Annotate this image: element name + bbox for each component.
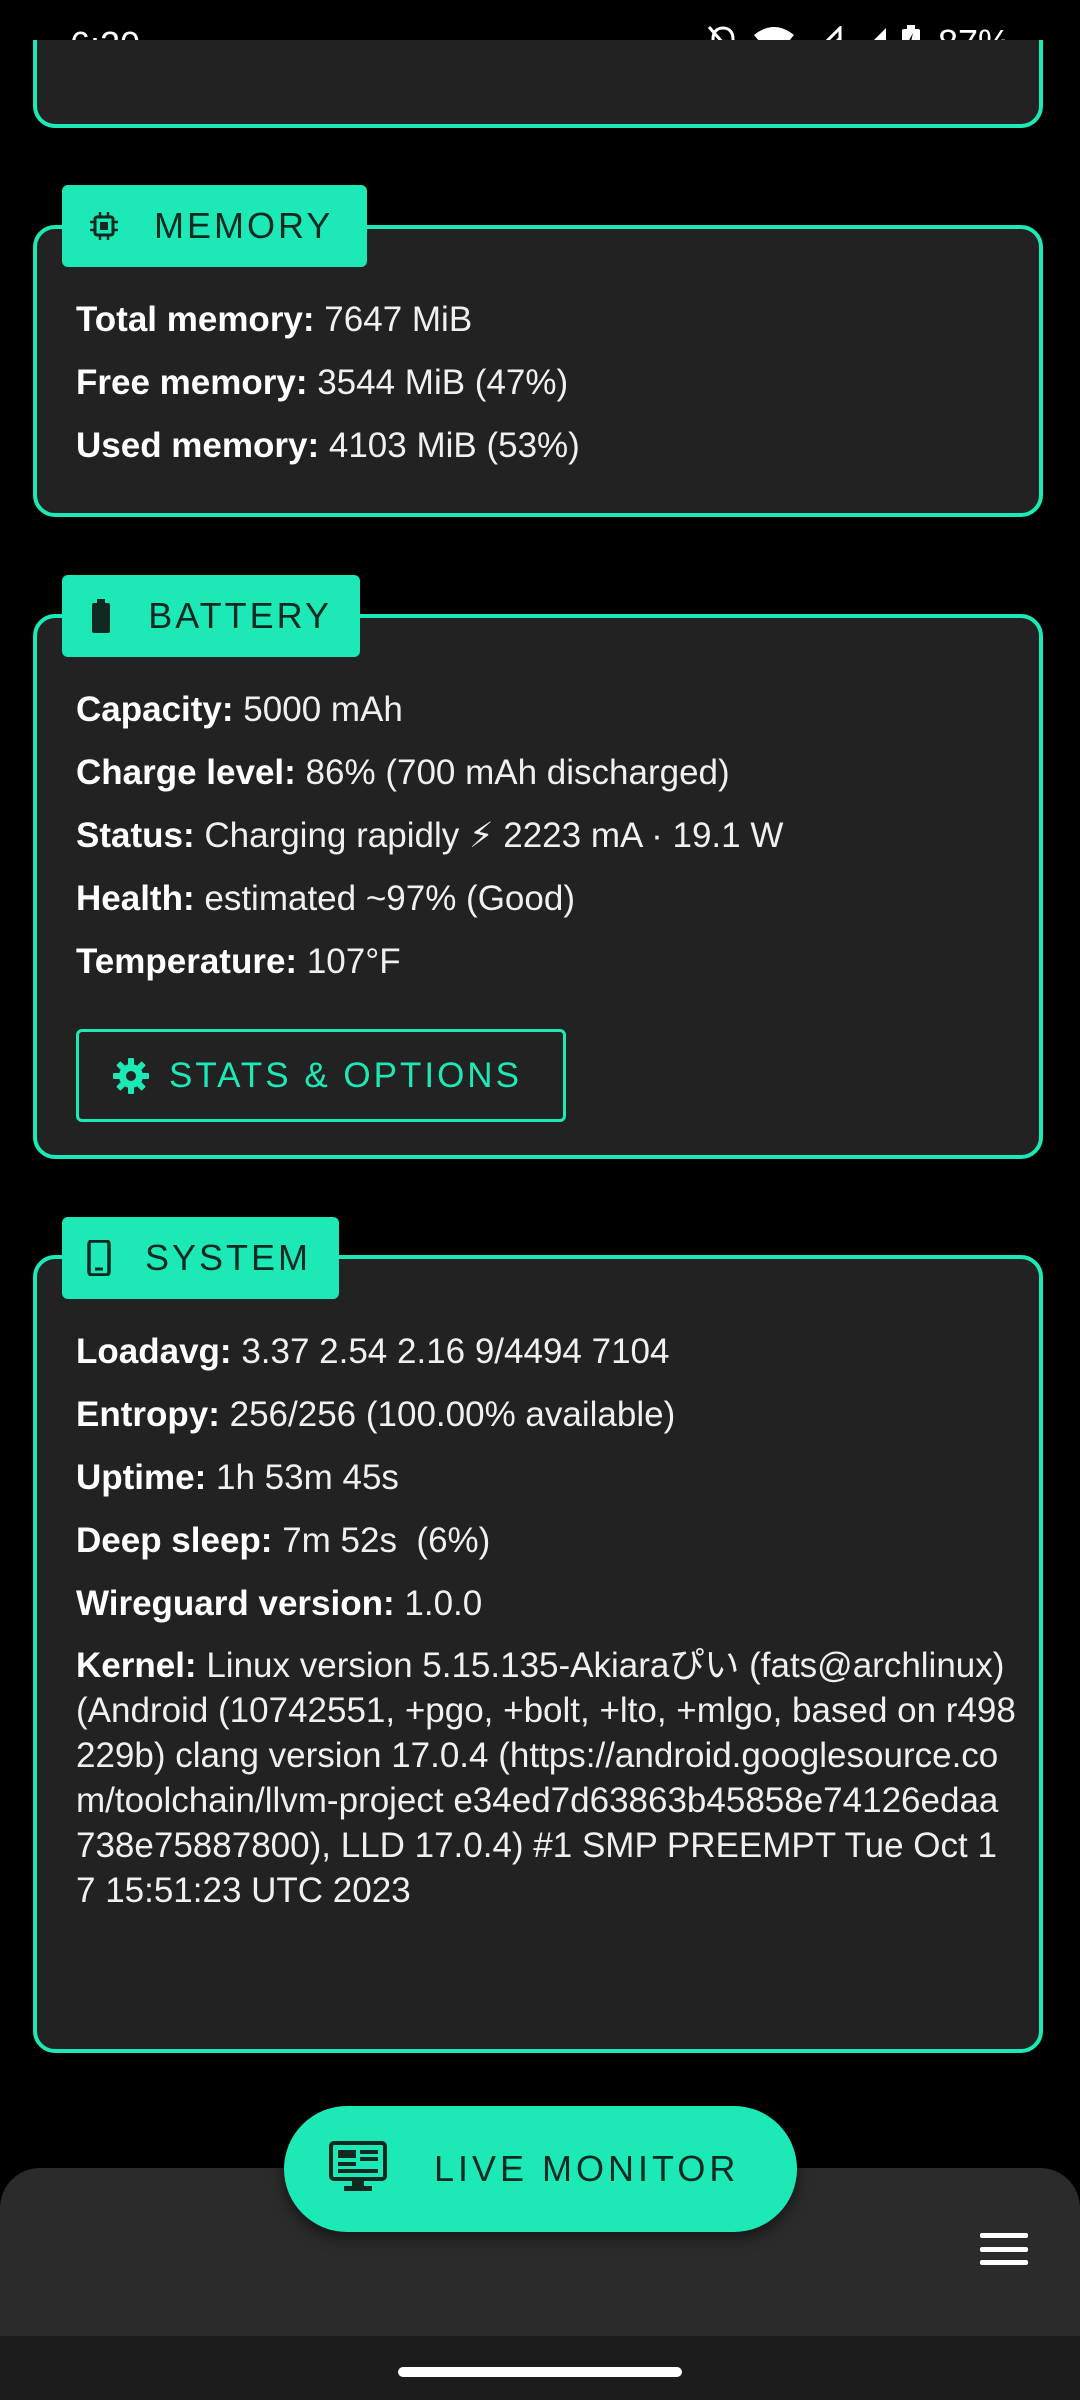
phone-icon (86, 1240, 113, 1276)
row-label: Temperature: (76, 942, 298, 981)
previous-card (33, 40, 1043, 128)
row-label: Wireguard version: (76, 1584, 395, 1623)
row-value: 7m 52s (6%) (282, 1521, 491, 1560)
row-value: 4103 MiB (53%) (328, 426, 580, 465)
system-row-entropy: Entropy: 256/256 (100.00% available) (76, 1383, 1016, 1446)
system-title: SYSTEM (144, 1237, 311, 1278)
row-value: 1.0.0 (404, 1584, 483, 1623)
row-value: 3.37 2.54 2.16 9/4494 7104 (241, 1332, 670, 1371)
system-rows: Loadavg: 3.37 2.54 2.16 9/4494 7104 Entr… (76, 1320, 1016, 1913)
system-row-loadavg: Loadavg: 3.37 2.54 2.16 9/4494 7104 (76, 1320, 1016, 1383)
battery-row-health: Health: estimated ~97% (Good) (76, 867, 1016, 930)
kernel-label: Kernel: (76, 1646, 197, 1685)
battery-icon (86, 598, 116, 634)
memory-title: MEMORY (154, 205, 334, 246)
battery-row-temperature: Temperature: 107°F (76, 930, 1016, 993)
row-label: Free memory: (76, 363, 308, 402)
system-header: SYSTEM (62, 1217, 339, 1299)
row-value: 1h 53m 45s (216, 1458, 399, 1497)
row-label: Uptime: (76, 1458, 207, 1497)
system-row-deep-sleep: Deep sleep: 7m 52s (6%) (76, 1509, 1016, 1572)
row-label: Deep sleep: (76, 1521, 273, 1560)
stats-options-label: STATS & OPTIONS (169, 1055, 522, 1095)
row-label: Total memory: (76, 300, 315, 339)
row-label: Health: (76, 879, 195, 918)
chip-icon (86, 208, 122, 244)
battery-header: BATTERY (62, 575, 360, 657)
system-row-uptime: Uptime: 1h 53m 45s (76, 1446, 1016, 1509)
stats-options-button[interactable]: STATS & OPTIONS (76, 1029, 566, 1122)
system-row-kernel: Kernel: Linux version 5.15.135-Akiaraぴい … (76, 1643, 1016, 1913)
memory-rows: Total memory: 7647 MiB Free memory: 3544… (76, 288, 1016, 477)
row-label: Status: (76, 816, 195, 855)
system-row-wireguard: Wireguard version: 1.0.0 (76, 1572, 1016, 1635)
memory-row-free: Free memory: 3544 MiB (47%) (76, 351, 1016, 414)
row-label: Used memory: (76, 426, 320, 465)
row-value: 256/256 (100.00% available) (229, 1395, 676, 1434)
row-value: Charging rapidly ⚡ 2223 mA · 19.1 W (204, 816, 784, 855)
row-label: Capacity: (76, 690, 234, 729)
battery-row-capacity: Capacity: 5000 mAh (76, 678, 1016, 741)
battery-row-status: Status: Charging rapidly ⚡ 2223 mA · 19.… (76, 804, 1016, 867)
monitor-icon (328, 2140, 388, 2199)
battery-row-charge: Charge level: 86% (700 mAh discharged) (76, 741, 1016, 804)
row-label: Loadavg: (76, 1332, 232, 1371)
live-monitor-button[interactable]: LIVE MONITOR (284, 2106, 797, 2232)
row-value: 7647 MiB (324, 300, 473, 339)
memory-header: MEMORY (62, 185, 367, 267)
row-value: 86% (700 mAh discharged) (305, 753, 730, 792)
hamburger-menu-icon[interactable] (976, 2225, 1032, 2273)
row-value: 3544 MiB (47%) (317, 363, 569, 402)
live-monitor-label: LIVE MONITOR (434, 2148, 740, 2189)
row-label: Charge level: (76, 753, 296, 792)
memory-row-total: Total memory: 7647 MiB (76, 288, 1016, 351)
row-value: 5000 mAh (243, 690, 403, 729)
row-value: 107°F (306, 942, 401, 981)
gear-icon (113, 1057, 149, 1094)
kernel-value: Linux version 5.15.135-Akiaraぴい (fats@ar… (76, 1646, 1016, 1910)
row-label: Entropy: (76, 1395, 220, 1434)
home-indicator[interactable] (398, 2367, 682, 2377)
battery-rows: Capacity: 5000 mAh Charge level: 86% (70… (76, 678, 1016, 993)
battery-title: BATTERY (148, 595, 332, 636)
row-value: estimated ~97% (Good) (204, 879, 575, 918)
memory-row-used: Used memory: 4103 MiB (53%) (76, 414, 1016, 477)
